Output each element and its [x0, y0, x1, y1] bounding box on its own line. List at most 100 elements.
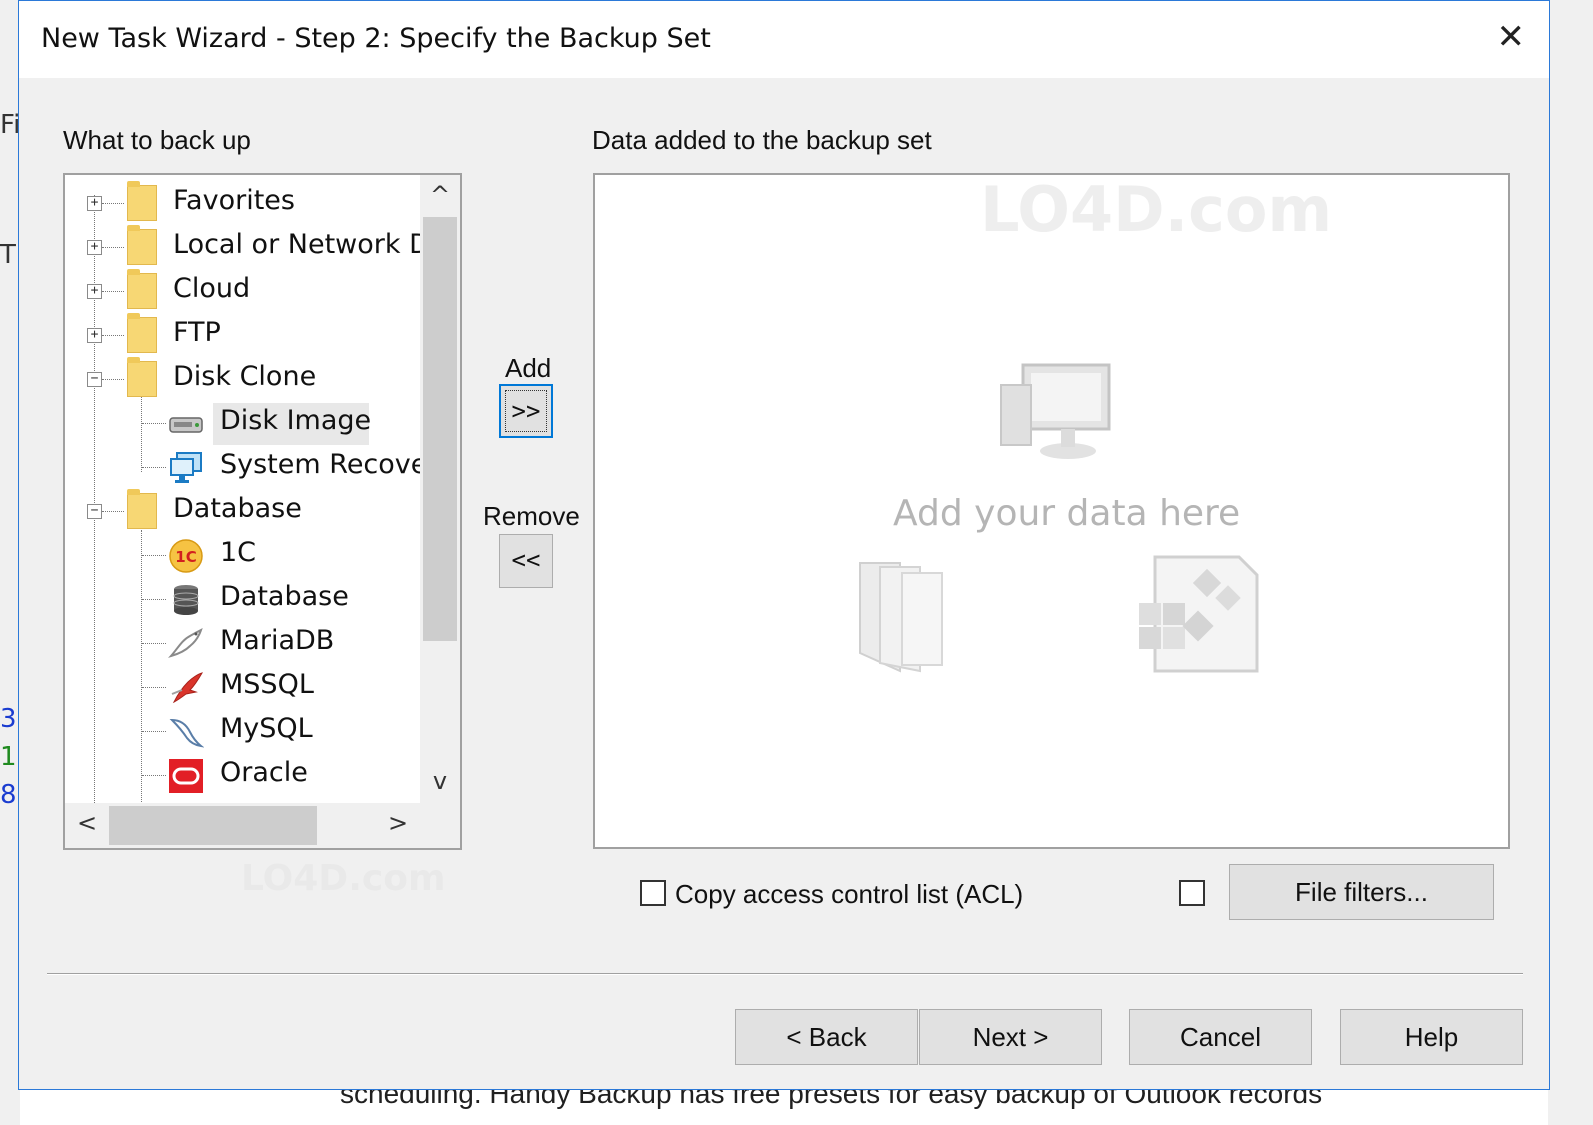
database-icon	[173, 585, 199, 615]
tree-node-label: MariaDB	[220, 625, 335, 656]
copy-acl-label: Copy access control list (ACL)	[675, 879, 1024, 909]
collapse-icon[interactable]: −	[87, 372, 102, 387]
tree-line	[102, 247, 124, 248]
scroll-right-icon[interactable]: >	[378, 809, 418, 837]
tree-line	[142, 467, 166, 468]
tree-node-disk-clone[interactable]: − Disk Clone	[65, 357, 420, 399]
tree-node-mysql[interactable]: MySQL	[65, 711, 420, 751]
documents-icon	[859, 562, 943, 673]
tree-node-1c[interactable]: 1C 1C	[65, 535, 420, 575]
new-task-wizard-dialog: New Task Wizard - Step 2: Specify the Ba…	[18, 0, 1550, 1090]
folder-icon	[127, 313, 157, 353]
tree-node-favorites[interactable]: + Favorites	[65, 181, 420, 223]
tree-node-cloud[interactable]: + Cloud	[65, 269, 420, 311]
tree-line	[102, 379, 124, 380]
tree-vertical-scrollbar[interactable]: ^ v	[420, 175, 460, 803]
tree-node-label: 1C	[220, 537, 257, 568]
tree-node-mariadb[interactable]: MariaDB	[65, 623, 420, 663]
backup-set-list[interactable]: LO4D.com Add your data here	[593, 173, 1510, 849]
tree-node-local-network[interactable]: + Local or Network D	[65, 225, 420, 267]
bg-fragment: 1	[0, 742, 17, 772]
add-data-hint: Add your data here	[893, 493, 1241, 534]
file-filters-button[interactable]: File filters...	[1229, 864, 1494, 920]
monitor-icon	[170, 452, 202, 483]
bg-fragment: T	[0, 240, 16, 270]
tree-node-system-recovery[interactable]: System Recover	[65, 447, 420, 487]
back-button[interactable]: < Back	[735, 1009, 918, 1065]
tree-node-database-folder[interactable]: − Database	[65, 489, 420, 531]
mysql-dolphin-icon	[169, 718, 204, 748]
scroll-left-icon[interactable]: <	[67, 809, 107, 837]
collapse-icon[interactable]: −	[87, 504, 102, 519]
mssql-icon	[171, 672, 204, 704]
tree-node-label: Oracle	[220, 757, 308, 788]
tree-node-label: MSSQL	[220, 669, 314, 700]
folder-icon	[127, 357, 157, 397]
1c-icon: 1C	[169, 539, 203, 573]
tree-line	[102, 511, 124, 512]
expand-icon[interactable]: +	[87, 240, 102, 255]
separator	[47, 973, 1523, 975]
tree-node-database[interactable]: Database	[65, 579, 420, 619]
folder-icon	[127, 181, 157, 221]
tree-node-label: Disk Image	[220, 405, 372, 436]
expand-icon[interactable]: +	[87, 328, 102, 343]
scrollbar-thumb[interactable]	[423, 217, 457, 641]
tree-node-label: Disk Clone	[173, 361, 317, 392]
help-button[interactable]: Help	[1340, 1009, 1523, 1065]
scroll-up-icon[interactable]: ^	[420, 181, 460, 209]
window-title: New Task Wizard - Step 2: Specify the Ba…	[41, 23, 711, 54]
disk-drive-icon	[169, 417, 203, 433]
computer-icon	[1000, 363, 1111, 459]
tree-line	[142, 687, 166, 688]
remove-label: Remove	[483, 501, 580, 531]
expand-icon[interactable]: +	[87, 196, 102, 211]
folder-icon	[127, 269, 157, 309]
source-tree[interactable]: + Favorites + Local or Network D + Cloud	[63, 173, 462, 850]
tree-node-oracle[interactable]: Oracle	[65, 755, 420, 795]
tree-line	[142, 423, 166, 424]
tree-line	[102, 335, 124, 336]
background-window-right	[1548, 0, 1593, 1125]
add-label: Add	[505, 353, 552, 383]
remove-button[interactable]: <<	[499, 534, 553, 588]
add-button[interactable]: >>	[499, 384, 553, 438]
tree-line	[102, 203, 124, 204]
tree-line	[142, 555, 166, 556]
registry-icon	[1139, 555, 1259, 673]
tree-node-mssql[interactable]: MSSQL	[65, 667, 420, 707]
tree-node-label: Cloud	[173, 273, 251, 304]
tree-line	[142, 643, 166, 644]
what-to-back-up-label: What to back up	[63, 125, 251, 155]
tree-node-label: Database	[220, 581, 349, 612]
tree-line	[102, 291, 124, 292]
file-filters-checkbox[interactable]	[1179, 880, 1205, 906]
next-button[interactable]: Next >	[919, 1009, 1102, 1065]
background-window-left: Fi T 3 1 8	[0, 0, 20, 1125]
tree-node-label: Database	[173, 493, 302, 524]
mariadb-seal-icon	[168, 628, 203, 658]
tree-node-label: MySQL	[220, 713, 313, 744]
bg-fragment: 8	[0, 780, 17, 810]
data-added-label: Data added to the backup set	[592, 125, 932, 155]
tree-node-label: Favorites	[173, 185, 295, 216]
folder-icon	[127, 225, 157, 265]
tree-node-label: System Recover	[220, 449, 420, 480]
scrollbar-thumb[interactable]	[109, 806, 317, 845]
close-icon[interactable]: ✕	[1497, 17, 1526, 57]
tree-line	[142, 775, 166, 776]
watermark-logo: LO4D.com	[980, 173, 1333, 246]
cancel-button[interactable]: Cancel	[1129, 1009, 1312, 1065]
svg-text:1C: 1C	[175, 548, 196, 566]
expand-icon[interactable]: +	[87, 284, 102, 299]
tree-node-disk-image[interactable]: Disk Image	[65, 403, 420, 445]
tree-node-label: Local or Network D	[173, 229, 420, 260]
scroll-down-icon[interactable]: v	[420, 767, 460, 795]
bg-fragment: 3	[0, 704, 17, 734]
folder-icon	[127, 489, 157, 529]
copy-acl-checkbox[interactable]	[640, 880, 666, 906]
watermark-logo: LO4D.com	[241, 858, 446, 899]
oracle-icon	[169, 759, 203, 793]
tree-horizontal-scrollbar[interactable]: < >	[65, 803, 460, 848]
tree-node-ftp[interactable]: + FTP	[65, 313, 420, 355]
